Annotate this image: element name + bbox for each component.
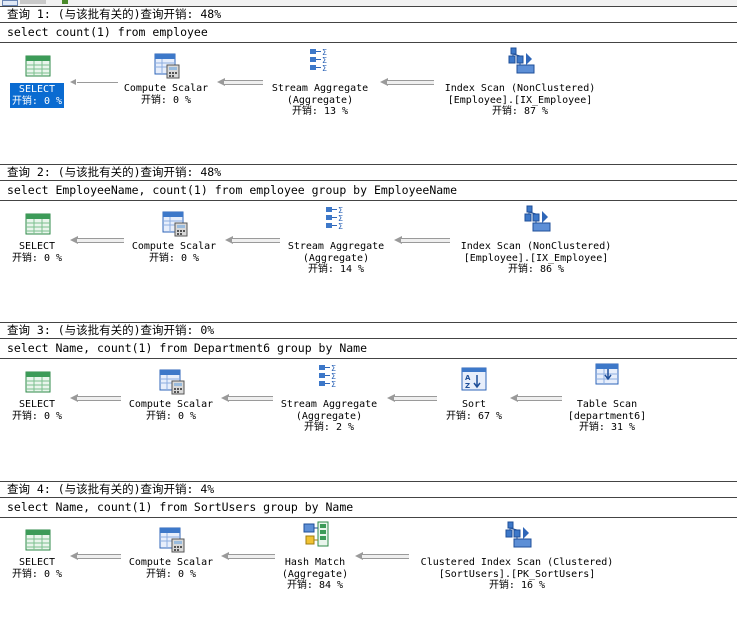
svg-text:Σ: Σ <box>322 64 327 73</box>
clustered-index-scan-icon[interactable] <box>505 521 533 553</box>
data-flow-arrow[interactable] <box>387 394 437 403</box>
operator-detail: [SortUsers].[PK_SortUsers] <box>438 568 596 580</box>
data-flow-arrow[interactable] <box>70 236 124 245</box>
plan-node[interactable]: Index Scan (NonClustered) [Employee].[IX_… <box>410 83 630 118</box>
query-separator <box>0 338 737 339</box>
query-2-header: 查询 2: (与该批有关的)查询开销: 48% <box>7 165 222 179</box>
data-flow-arrow[interactable] <box>70 552 121 561</box>
arrow-shaft <box>232 238 280 243</box>
query-separator <box>0 200 737 201</box>
data-flow-arrow[interactable] <box>394 236 450 245</box>
arrow-shaft <box>387 80 434 85</box>
arrow-shaft <box>224 80 263 85</box>
compute-scalar-icon[interactable] <box>154 53 180 83</box>
index-scan-icon[interactable] <box>508 47 536 79</box>
data-flow-arrow[interactable] <box>70 394 121 403</box>
operator-cost: 开销: 86 % <box>507 264 565 275</box>
plan-node[interactable]: Hash Match (Aggregate) 开销: 84 % <box>205 557 425 592</box>
operator-detail: [Employee].[IX_Employee] <box>463 252 609 264</box>
operator-cost: 开销: 84 % <box>286 580 344 591</box>
query-separator <box>0 42 737 43</box>
arrow-shaft <box>77 554 121 559</box>
query-separator <box>0 22 737 23</box>
operator-cost: 开销: 13 % <box>291 106 349 117</box>
plan-node[interactable]: Stream Aggregate (Aggregate) 开销: 14 % <box>226 241 446 276</box>
svg-text:Σ: Σ <box>338 222 343 231</box>
index-scan-icon[interactable] <box>524 205 552 237</box>
operator-name: Clustered Index Scan (Clustered) <box>420 557 614 568</box>
query-1-sql: select count(1) from employee <box>7 25 208 39</box>
arrow-shaft <box>362 554 409 559</box>
svg-text:Σ: Σ <box>331 380 336 389</box>
hash-match-icon[interactable] <box>303 521 329 551</box>
operator-cost: 开销: 31 % <box>578 422 636 433</box>
query-separator <box>0 358 737 359</box>
table-scan-icon[interactable] <box>595 363 621 391</box>
select-icon[interactable] <box>25 529 51 555</box>
compute-scalar-icon[interactable] <box>159 369 185 399</box>
query-separator <box>0 517 737 518</box>
data-flow-arrow[interactable] <box>70 78 118 87</box>
operator-detail: (Aggregate) <box>286 94 354 106</box>
operator-detail: [department6] <box>567 410 647 422</box>
operator-cost: 开销: 14 % <box>307 264 365 275</box>
compute-scalar-icon[interactable] <box>159 527 185 557</box>
arrow-shaft <box>77 82 118 83</box>
operator-detail: (Aggregate) <box>281 568 349 580</box>
data-flow-arrow[interactable] <box>221 394 273 403</box>
data-flow-arrow[interactable] <box>510 394 562 403</box>
stream-aggregate-icon[interactable]: ΣΣΣ <box>325 205 349 235</box>
operator-detail: [Employee].[IX_Employee] <box>447 94 593 106</box>
data-flow-arrow[interactable] <box>225 236 280 245</box>
arrow-shaft <box>77 396 121 401</box>
query-1-header: 查询 1: (与该批有关的)查询开销: 48% <box>7 7 222 21</box>
select-icon[interactable] <box>25 213 51 239</box>
data-flow-arrow[interactable] <box>217 78 263 87</box>
svg-text:Z: Z <box>465 382 470 390</box>
status-icon <box>62 0 68 4</box>
arrow-shaft <box>394 396 437 401</box>
compute-scalar-icon[interactable] <box>162 211 188 241</box>
operator-cost: 开销: 2 % <box>303 422 355 433</box>
arrow-shaft <box>517 396 562 401</box>
data-flow-arrow[interactable] <box>355 552 409 561</box>
arrow-head <box>70 79 76 85</box>
select-icon[interactable] <box>25 55 51 81</box>
select-icon[interactable] <box>25 371 51 397</box>
operator-detail: (Aggregate) <box>302 252 370 264</box>
query-2-sql: select EmployeeName, count(1) from emplo… <box>7 183 458 197</box>
plan-node[interactable]: Index Scan (NonClustered) [Employee].[IX_… <box>426 241 646 276</box>
svg-text:A: A <box>465 374 471 382</box>
stream-aggregate-icon[interactable]: ΣΣΣ <box>309 47 333 77</box>
plan-node[interactable]: Table Scan [department6] 开销: 31 % <box>497 399 717 434</box>
tab-label-fragment <box>20 0 46 4</box>
arrow-shaft <box>401 238 450 243</box>
stream-aggregate-icon[interactable]: ΣΣΣ <box>318 363 342 393</box>
data-flow-arrow[interactable] <box>221 552 275 561</box>
operator-name: Index Scan (NonClustered) <box>460 241 612 252</box>
operator-cost: 开销: 87 % <box>491 106 549 117</box>
plan-node[interactable]: Clustered Index Scan (Clustered) [SortUse… <box>407 557 627 592</box>
query-separator <box>0 497 737 498</box>
query-4-header: 查询 4: (与该批有关的)查询开销: 4% <box>7 482 215 496</box>
arrow-shaft <box>77 238 124 243</box>
query-separator <box>0 180 737 181</box>
plan-node[interactable]: Stream Aggregate (Aggregate) 开销: 13 % <box>210 83 430 118</box>
operator-cost: 开销: 16 % <box>488 580 546 591</box>
query-3-header: 查询 3: (与该批有关的)查询开销: 0% <box>7 323 215 337</box>
data-flow-arrow[interactable] <box>380 78 434 87</box>
arrow-shaft <box>228 554 275 559</box>
query-4-sql: select Name, count(1) from SortUsers gro… <box>7 500 354 514</box>
query-3-sql: select Name, count(1) from Department6 g… <box>7 341 368 355</box>
sort-icon[interactable]: AZ <box>461 367 487 395</box>
operator-name: Index Scan (NonClustered) <box>444 83 596 94</box>
arrow-shaft <box>228 396 273 401</box>
